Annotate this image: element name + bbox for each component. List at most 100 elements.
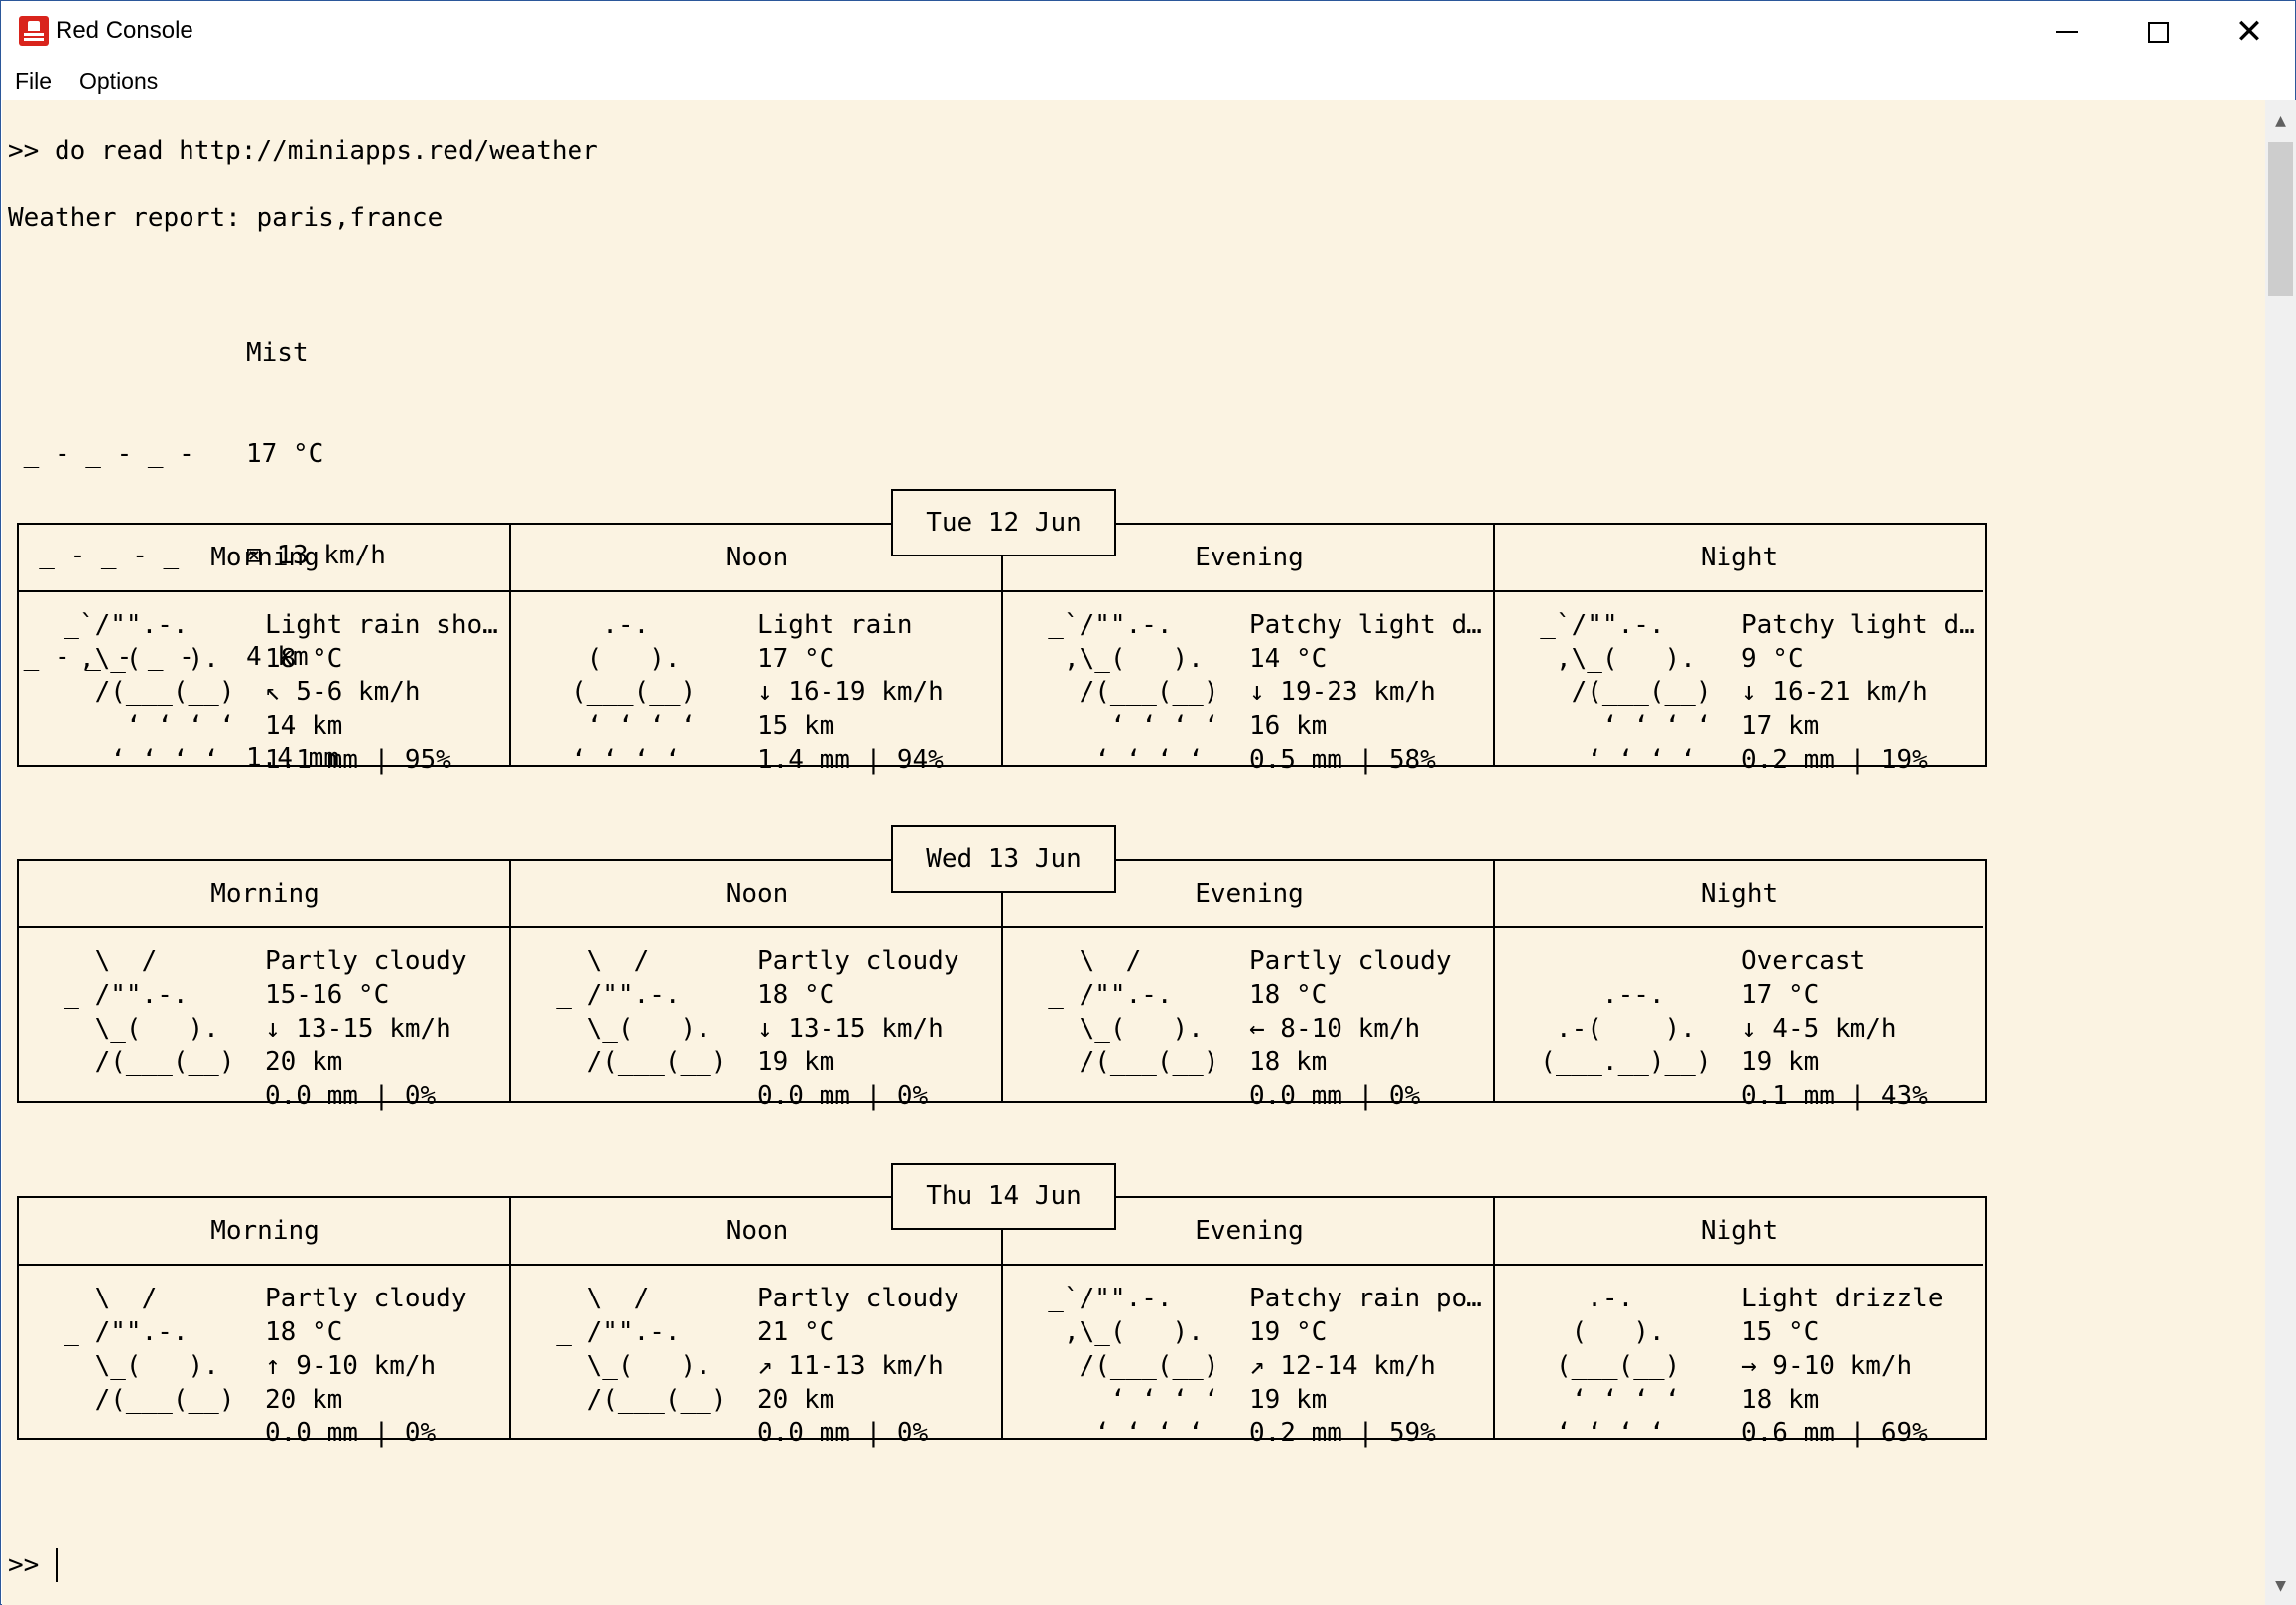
menu-options[interactable]: Options xyxy=(79,68,158,95)
period-cell-morning: \ / _ /"".-. \_( ). /(___(__) Partly clou… xyxy=(19,1266,511,1448)
weather-art-line: ( ). xyxy=(525,644,681,674)
weather-art: \ / _ /"".-. \_( ). /(___(__) xyxy=(33,1282,235,1450)
menu-file[interactable]: File xyxy=(15,68,52,95)
weather-wind: ← 8-10 km/h xyxy=(1249,1014,1421,1044)
title-bar[interactable]: Red Console ✕ xyxy=(1,1,2295,62)
weather-art-line xyxy=(33,1079,235,1113)
weather-visibility: 20 km xyxy=(757,1385,835,1415)
weather-wind: ↓ 19-23 km/h xyxy=(1249,678,1436,707)
weather-condition: Overcast xyxy=(1741,946,1866,976)
weather-art-line: /(___(__) xyxy=(1017,1351,1219,1381)
command-line: >> do read http://miniapps.red/weather xyxy=(8,136,598,166)
weather-art: \ / _ /"".-. \_( ). /(___(__) xyxy=(33,944,235,1113)
weather-condition: Patchy light d… xyxy=(1249,610,1482,640)
chevron-up-icon: ▲ xyxy=(2275,109,2286,131)
weather-art-line: .--. xyxy=(1509,980,1665,1010)
weather-art-line: (___.__)__) xyxy=(1509,1048,1712,1077)
weather-art-line: \ / xyxy=(1017,946,1142,976)
scroll-up-button[interactable]: ▲ xyxy=(2265,100,2296,140)
weather-art-line: ‘ ‘ ‘ ‘ xyxy=(1509,1385,1681,1415)
weather-art: .-. ( ). (___(__) ‘ ‘ ‘ ‘ ‘ ‘ ‘ ‘ xyxy=(1509,1282,1680,1450)
vertical-scrollbar[interactable]: ▲ ▼ xyxy=(2265,100,2296,1605)
weather-temperature: 15 °C xyxy=(1741,1317,1820,1347)
current-art-line: _ - _ - _ - xyxy=(8,439,194,469)
weather-art-line: _ /"".-. xyxy=(33,1317,189,1347)
weather-art-line: _ /"".-. xyxy=(525,980,681,1010)
weather-art-line: /(___(__) xyxy=(525,1048,727,1077)
weather-art-line: ( ). xyxy=(1509,1317,1665,1347)
weather-info: Partly cloudy 18 °C ↓ 13-15 km/h 19 km 0.0 m… xyxy=(757,944,997,1113)
input-prompt: >> xyxy=(8,1550,55,1580)
weather-wind: ↓ 13-15 km/h xyxy=(757,1014,944,1044)
period-cell-morning: \ / _ /"".-. \_( ). /(___(__) Partly clou… xyxy=(19,928,511,1111)
weather-wind: ↓ 13-15 km/h xyxy=(265,1014,451,1044)
weather-visibility: 15 km xyxy=(757,711,835,741)
weather-art: _`/"".-. ,\_( ). /(___(__) ‘ ‘ ‘ ‘ ‘ ‘ ‘… xyxy=(1017,1282,1219,1450)
weather-art-line: ‘ ‘ ‘ ‘ xyxy=(1017,1385,1219,1415)
weather-visibility: 20 km xyxy=(265,1385,343,1415)
weather-art: _`/"".-. ,\_( ). /(___(__) ‘ ‘ ‘ ‘ ‘ ‘ ‘… xyxy=(33,608,234,777)
weather-art-line: /(___(__) xyxy=(33,1048,235,1077)
weather-art-line xyxy=(1017,1079,1219,1113)
window-title: Red Console xyxy=(56,17,193,44)
weather-art-line: ‘ ‘ ‘ ‘ xyxy=(1017,745,1204,775)
weather-art-line: \_( ). xyxy=(525,1351,711,1381)
weather-visibility: 18 km xyxy=(1249,1048,1328,1077)
weather-art-line: _`/"".-. xyxy=(33,610,189,640)
weather-art-line: .-. xyxy=(525,610,650,640)
scrollbar-thumb[interactable] xyxy=(2268,142,2293,296)
console-output[interactable]: >> do read http://miniapps.red/weather W… xyxy=(2,100,2265,1605)
maximize-button[interactable] xyxy=(2112,1,2204,62)
scroll-down-button[interactable]: ▼ xyxy=(2265,1565,2296,1605)
weather-art-line: \ / xyxy=(525,1284,650,1313)
weather-art-line: ‘ ‘ ‘ ‘ xyxy=(525,745,681,775)
weather-condition: Light rain sho… xyxy=(265,610,498,640)
weather-wind: ↗ 11-13 km/h xyxy=(757,1351,944,1381)
weather-art-line: /(___(__) xyxy=(1509,678,1712,707)
weather-info: Patchy rain po… 19 °C ↗ 12-14 km/h 19 km 0.2… xyxy=(1249,1282,1489,1450)
weather-wind: ↖ 5-6 km/h xyxy=(265,678,421,707)
period-cell-noon: \ / _ /"".-. \_( ). /(___(__) Partly clou… xyxy=(511,928,1003,1111)
weather-temperature: 21 °C xyxy=(757,1317,835,1347)
weather-art-line: \_( ). xyxy=(33,1351,219,1381)
period-header-morning: Morning xyxy=(19,525,511,592)
forecast-date: Wed 13 Jun xyxy=(891,825,1116,893)
weather-art-line: ,\_( ). xyxy=(1509,644,1696,674)
weather-art-line: _ /"".-. xyxy=(33,980,189,1010)
weather-art-line: /(___(__) xyxy=(525,1385,727,1415)
minimize-button[interactable] xyxy=(2021,1,2112,62)
weather-art-line: ‘ ‘ ‘ ‘ xyxy=(1509,745,1696,775)
weather-art-line: .-( ). xyxy=(1509,1014,1696,1044)
period-header-morning: Morning xyxy=(19,861,511,928)
weather-temperature: 17 °C xyxy=(1741,980,1820,1010)
period-cell-night: .-. ( ). (___(__) ‘ ‘ ‘ ‘ ‘ ‘ ‘ ‘ Light d… xyxy=(1495,1266,1987,1448)
minimize-icon xyxy=(2056,31,2078,33)
weather-condition: Partly cloudy xyxy=(265,946,467,976)
weather-art-line: ‘ ‘ ‘ ‘ xyxy=(33,745,219,775)
period-cell-noon: .-. ( ). (___(__) ‘ ‘ ‘ ‘ ‘ ‘ ‘ ‘ Light r… xyxy=(511,592,1003,775)
close-button[interactable]: ✕ xyxy=(2204,1,2295,62)
period-header-morning: Morning xyxy=(19,1198,511,1266)
forecast-table: Morning \ / _ /"".-. \_( ). /(___(__) Par… xyxy=(17,1196,1987,1448)
period-header-night: Night xyxy=(1495,861,1983,928)
weather-precipitation: 1.1 mm | 95% xyxy=(265,745,451,775)
weather-art: _`/"".-. ,\_( ). /(___(__) ‘ ‘ ‘ ‘ ‘ ‘ ‘… xyxy=(1017,608,1218,777)
weather-info: Partly cloudy 18 °C ← 8-10 km/h 18 km 0.0 mm… xyxy=(1249,944,1489,1113)
weather-art-line: ,\_( ). xyxy=(1017,1317,1204,1347)
weather-temperature: 19 °C xyxy=(1249,1317,1328,1347)
weather-condition: Partly cloudy xyxy=(757,1284,959,1313)
weather-art-line: _ /"".-. xyxy=(525,1317,681,1347)
weather-art-line: \_( ). xyxy=(1017,1014,1204,1044)
menu-bar: File Options xyxy=(1,62,2295,100)
forecast-day: Thu 14 Jun Morning \ / _ /"".-. \_( ). /(… xyxy=(17,1163,1987,1448)
weather-temperature: 15-16 °C xyxy=(265,980,390,1010)
weather-condition: Partly cloudy xyxy=(1249,946,1452,976)
weather-art-line: ‘ ‘ ‘ ‘ xyxy=(1509,1419,1665,1448)
weather-precipitation: 0.2 mm | 19% xyxy=(1741,745,1928,775)
weather-art-line: /(___(__) xyxy=(33,1385,235,1415)
weather-wind: → 9-10 km/h xyxy=(1741,1351,1913,1381)
forecast-day: Tue 12 Jun Morning _`/"".-. ,\_( ). /(___… xyxy=(17,489,1987,775)
period-header-night: Night xyxy=(1495,1198,1983,1266)
weather-info: Overcast 17 °C ↓ 4-5 km/h 19 km 0.1 mm | 43% xyxy=(1741,944,1981,1113)
weather-condition: Light drizzle xyxy=(1741,1284,1944,1313)
